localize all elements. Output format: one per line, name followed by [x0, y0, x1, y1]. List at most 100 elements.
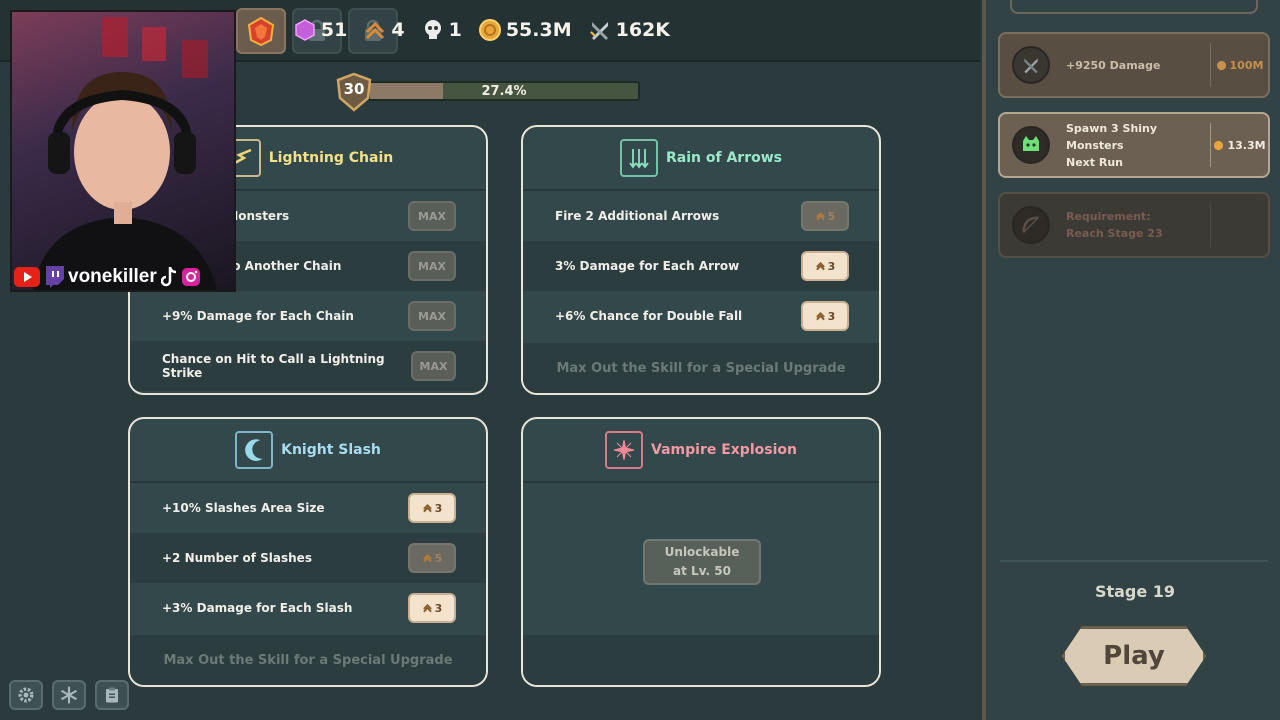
gem-shield-icon — [247, 16, 275, 46]
upgrade-cost-button[interactable]: 3 — [408, 593, 456, 623]
rank-chevron-icon — [422, 553, 432, 563]
upgrade-cost-button[interactable]: 5 — [801, 201, 849, 231]
upgrade-label: Chance on Hit to Call a Lightning Strike — [162, 352, 385, 380]
instagram-icon — [181, 268, 200, 286]
offer-price: 100M — [1210, 43, 1268, 87]
max-button[interactable]: MAX — [408, 201, 456, 231]
gear-icon — [18, 687, 34, 703]
right-sidebar: +9250 Damage 100M Spawn 3 Shiny Monsters… — [982, 0, 1280, 720]
upgrade-label: 3% Damage for Each Arrow — [555, 259, 740, 273]
card-footer — [523, 635, 879, 685]
clipboard-button[interactable] — [95, 680, 129, 710]
offer-locked: Requirement: Reach Stage 23 — [998, 192, 1270, 258]
handle-text: vonekiller — [68, 266, 157, 287]
perks-button[interactable] — [52, 680, 86, 710]
webcam-overlay — [10, 10, 236, 292]
tiktok-icon — [160, 267, 176, 287]
upgrade-cost-button[interactable]: 3 — [408, 493, 456, 523]
bow-icon — [1012, 206, 1050, 244]
skull-counter: 1 — [421, 18, 462, 42]
gold-coin-icon — [478, 19, 501, 41]
rank-chevron-icon — [422, 503, 432, 513]
card-title: Knight Slash — [281, 442, 381, 458]
rank-chevron-icon — [815, 211, 825, 221]
upgrade-row: Chance on Hit to Call a Lightning Strike… — [130, 341, 486, 391]
pink-gem-icon — [295, 19, 315, 41]
snowflake-icon — [60, 686, 78, 704]
offer-price: 13.3M — [1210, 123, 1268, 167]
upgrade-row: +2 Number of Slashes 5 — [130, 533, 486, 583]
currency-bar: 51 4 1 55.3M 162K — [293, 18, 670, 42]
max-button[interactable]: MAX — [410, 351, 456, 381]
tab-skills[interactable] — [236, 8, 286, 54]
max-button[interactable]: MAX — [408, 251, 456, 281]
streamer-handle: vonekiller — [14, 262, 232, 292]
power-counter: 162K — [588, 18, 670, 42]
card-header: Vampire Explosion — [523, 419, 879, 483]
upgrade-cost-button[interactable]: 3 — [801, 251, 849, 281]
upgrade-cost-button[interactable]: 5 — [408, 543, 456, 573]
upgrade-row: Fire 2 Additional Arrows 5 — [523, 191, 879, 241]
upgrade-row: +6% Chance for Double Fall 3 — [523, 291, 879, 341]
upgrade-row: +9% Damage for Each Chain MAX — [130, 291, 486, 341]
card-title: Rain of Arrows — [666, 150, 782, 166]
skill-card-rain-of-arrows: Rain of Arrows Fire 2 Additional Arrows … — [521, 125, 881, 395]
gold-coin-icon — [1214, 140, 1224, 150]
youtube-icon — [14, 267, 40, 287]
crescent-slash-icon — [235, 431, 274, 469]
level-badge: 30 — [334, 72, 374, 112]
upgrade-cost-button[interactable]: 3 — [801, 301, 849, 331]
upgrade-label: +2 Number of Slashes — [162, 551, 312, 565]
play-button[interactable]: Play — [1062, 626, 1206, 686]
sidebar-top-frame — [1010, 0, 1258, 14]
rank-chevron-icon — [366, 21, 385, 40]
rank-chevron-icon — [815, 311, 825, 321]
upgrade-row: 3% Damage for Each Arrow 3 — [523, 241, 879, 291]
requirement-text: Requirement: Reach Stage 23 — [1066, 210, 1163, 240]
clipboard-icon — [106, 687, 118, 703]
rank-chevron-icon — [422, 603, 432, 613]
max-button[interactable]: MAX — [408, 301, 456, 331]
settings-button[interactable] — [9, 680, 43, 710]
upgrade-row: +3% Damage for Each Slash 3 — [130, 583, 486, 633]
sidebar-divider — [1000, 560, 1268, 562]
card-header: Rain of Arrows — [523, 127, 879, 191]
upgrade-row: +10% Slashes Area Size 3 — [130, 483, 486, 533]
sword-icon — [589, 22, 608, 40]
explosion-icon — [605, 431, 644, 469]
card-header: Knight Slash — [130, 419, 486, 483]
gold-coin-icon — [1216, 60, 1226, 70]
special-upgrade-hint: Max Out the Skill for a Special Upgrade — [523, 343, 879, 393]
upgrade-label: Fire 2 Additional Arrows — [555, 209, 720, 223]
skull-icon — [424, 20, 441, 39]
level-number: 30 — [343, 80, 365, 98]
upgrade-label: +3% Damage for Each Slash — [162, 601, 353, 615]
arrows-icon — [620, 139, 658, 177]
rank-chevron-icon — [815, 261, 825, 271]
upgrade-label: +6% Chance for Double Fall — [555, 309, 743, 323]
offer-shiny-monsters[interactable]: Spawn 3 Shiny Monsters Next Run 13.3M — [998, 112, 1270, 178]
xp-bar: 27.4% — [368, 81, 640, 101]
skill-card-vampire-explosion: Vampire Explosion Unlockable at Lv. 50 — [521, 417, 881, 687]
green-monster-icon — [1012, 126, 1050, 164]
offer-label: Spawn 3 Shiny Monsters Next Run — [1066, 121, 1158, 169]
offer-damage[interactable]: +9250 Damage 100M — [998, 32, 1270, 98]
sword-icon — [1012, 46, 1050, 84]
offer-label: +9250 Damage — [1066, 58, 1161, 72]
card-title: Vampire Explosion — [651, 442, 797, 458]
special-upgrade-hint: Max Out the Skill for a Special Upgrade — [130, 635, 486, 685]
upgrade-label: +10% Slashes Area Size — [162, 501, 325, 515]
level-progress: 27.4% 30 — [334, 72, 646, 112]
offer-price — [1210, 203, 1268, 247]
upgrade-label: +9% Damage for Each Chain — [162, 309, 354, 323]
stage-label: Stage 19 — [1094, 582, 1176, 601]
gold-counter: 55.3M — [478, 18, 572, 42]
unlock-button[interactable]: Unlockable at Lv. 50 — [643, 539, 761, 585]
card-title: Lightning Chain — [268, 150, 394, 166]
twitch-icon — [46, 266, 64, 288]
rank-counter: 4 — [363, 18, 405, 42]
gems-counter: 51 — [293, 18, 347, 42]
xp-percent: 27.4% — [481, 84, 527, 99]
skill-card-knight-slash: Knight Slash +10% Slashes Area Size 3 +2… — [128, 417, 488, 687]
streamer-silhouette — [32, 17, 217, 290]
